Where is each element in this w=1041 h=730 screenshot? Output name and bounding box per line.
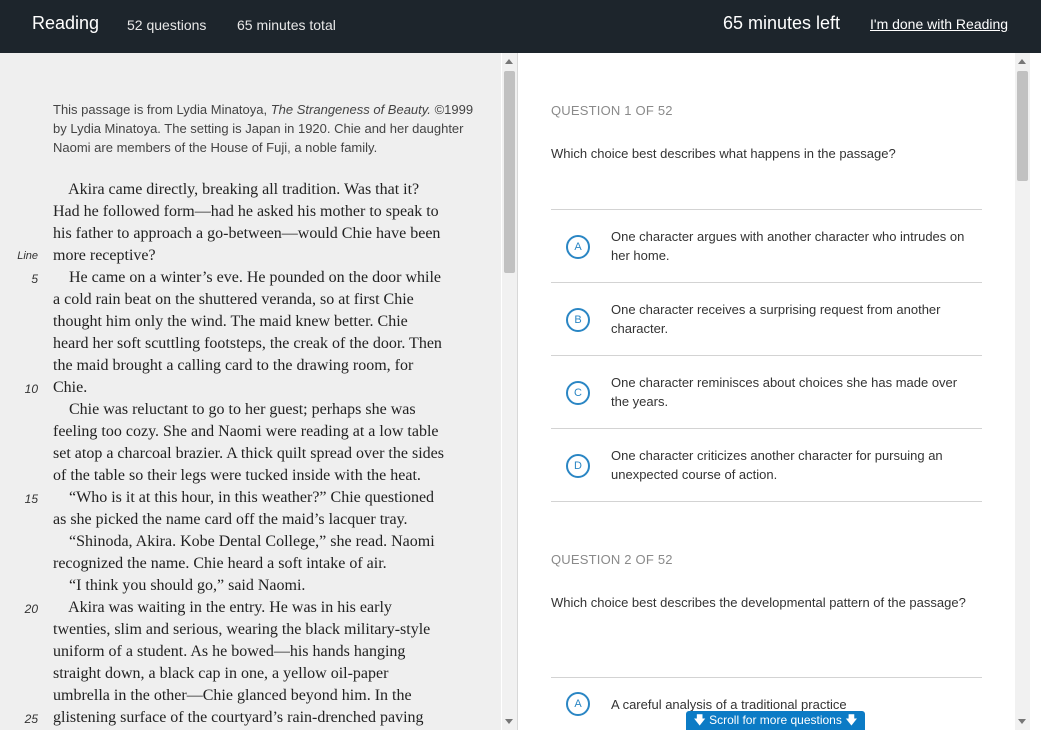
choice-a-bubble[interactable]: A xyxy=(566,235,590,259)
line-number: 10 xyxy=(24,382,38,396)
passage-line: Akira came directly, breaking all tradit… xyxy=(53,181,420,198)
line-number: 25 xyxy=(24,712,38,726)
question-1-stem: Which choice best describes what happens… xyxy=(551,146,896,161)
line-number: 5 xyxy=(31,272,38,286)
passage-line: feeling too cozy. She and Naomi were rea… xyxy=(53,423,439,440)
passage-line: set atop a charcoal brazier. A thick qui… xyxy=(53,445,444,462)
intro-title: The Strangeness of Beauty. xyxy=(270,102,431,117)
passage-intro: This passage is from Lydia Minatoya, The… xyxy=(53,100,483,157)
passage-line: of the table so their legs were tucked i… xyxy=(53,467,421,484)
passage-line: straight down, a black cap in one, a yel… xyxy=(53,665,389,682)
passage-line: thought him only the wind. The maid knew… xyxy=(53,313,408,330)
choice-b-bubble[interactable]: B xyxy=(566,308,590,332)
time-remaining: 65 minutes left xyxy=(723,13,841,33)
passage-line: Chie. xyxy=(53,379,88,396)
passage-line: He came on a winter’s eve. He pounded on… xyxy=(53,269,442,286)
question-1-choice-a[interactable]: A One character argues with another char… xyxy=(551,209,982,282)
done-with-section-link[interactable]: I'm done with Reading xyxy=(870,16,1008,32)
line-number: 15 xyxy=(24,492,38,506)
intro-source: This passage is from Lydia Minatoya, xyxy=(53,102,271,117)
arrow-down-icon: 🡇 xyxy=(693,713,706,727)
passage-line: Had he followed form—had he asked his mo… xyxy=(53,203,439,220)
passage-line: uniform of a student. As he bowed—his ha… xyxy=(53,643,406,660)
question-1-choice-d[interactable]: D One character criticizes another chara… xyxy=(551,428,982,502)
passage-line: recognized the name. Chie heard a soft i… xyxy=(53,555,387,572)
question-count: 52 questions xyxy=(127,17,207,33)
scroll-down-arrow-icon[interactable] xyxy=(505,719,513,724)
section-title: Reading xyxy=(32,13,100,33)
choice-c-bubble[interactable]: C xyxy=(566,381,590,405)
question-1-choice-c[interactable]: C One character reminisces about choices… xyxy=(551,355,982,428)
passage-scroll-thumb[interactable] xyxy=(504,71,515,273)
passage-line: twenties, slim and serious, wearing the … xyxy=(53,621,431,638)
choice-a-text: One character argues with another charac… xyxy=(611,229,965,263)
q2-choice-a-bubble[interactable]: A xyxy=(566,692,590,716)
scroll-more-questions-button[interactable]: 🡇 Scroll for more questions 🡇 xyxy=(686,711,865,730)
question-1-header: QUESTION 1 OF 52 xyxy=(551,103,673,118)
passage-line: heard her soft scuttling footsteps, the … xyxy=(53,335,442,352)
scroll-up-arrow-icon[interactable] xyxy=(505,59,513,64)
passage-line: more receptive? xyxy=(53,247,156,264)
passage-line: “Who is it at this hour, in this weather… xyxy=(53,489,435,506)
passage-line: umbrella in the other—Chie glanced beyon… xyxy=(53,687,412,704)
passage-line: a cold rain beat on the shuttered verand… xyxy=(53,291,414,308)
choice-d-bubble[interactable]: D xyxy=(566,454,590,478)
passage-line: the maid brought a calling card to the d… xyxy=(53,357,414,374)
passage-line: glistening surface of the courtyard’s ra… xyxy=(53,709,424,726)
line-label: Line xyxy=(17,250,38,262)
passage-line: “I think you should go,” said Naomi. xyxy=(53,577,306,594)
scroll-more-label: Scroll for more questions xyxy=(709,713,842,727)
scroll-up-arrow-icon[interactable] xyxy=(1018,59,1026,64)
arrow-down-icon: 🡇 xyxy=(845,713,858,727)
passage-line: “Shinoda, Akira. Kobe Dental College,” s… xyxy=(53,533,435,550)
choice-b-text: One character receives a surprising requ… xyxy=(611,302,941,336)
passage-pane[interactable]: This passage is from Lydia Minatoya, The… xyxy=(0,53,501,730)
questions-scroll-thumb[interactable] xyxy=(1017,71,1028,181)
questions-pane[interactable]: QUESTION 1 OF 52 Which choice best descr… xyxy=(518,53,1015,730)
passage-line: Akira was waiting in the entry. He was i… xyxy=(53,599,392,616)
line-number: 20 xyxy=(24,602,38,616)
question-1-choice-b[interactable]: B One character receives a surprising re… xyxy=(551,282,982,355)
question-2-header: QUESTION 2 OF 52 xyxy=(551,552,673,567)
passage-line: Chie was reluctant to go to her guest; p… xyxy=(53,401,416,418)
passage-line: as she picked the name card off the maid… xyxy=(53,511,408,528)
passage-line: his father to approach a go-between—woul… xyxy=(53,225,441,242)
choice-d-text: One character criticizes another charact… xyxy=(611,448,943,482)
scroll-down-arrow-icon[interactable] xyxy=(1018,719,1026,724)
passage-scrollbar[interactable] xyxy=(502,53,517,730)
choice-c-text: One character reminisces about choices s… xyxy=(611,375,958,409)
test-header: Reading 52 questions 65 minutes total 65… xyxy=(0,0,1041,53)
total-time: 65 minutes total xyxy=(237,17,336,33)
question-2-stem: Which choice best describes the developm… xyxy=(551,595,966,610)
questions-scrollbar[interactable] xyxy=(1015,53,1030,730)
